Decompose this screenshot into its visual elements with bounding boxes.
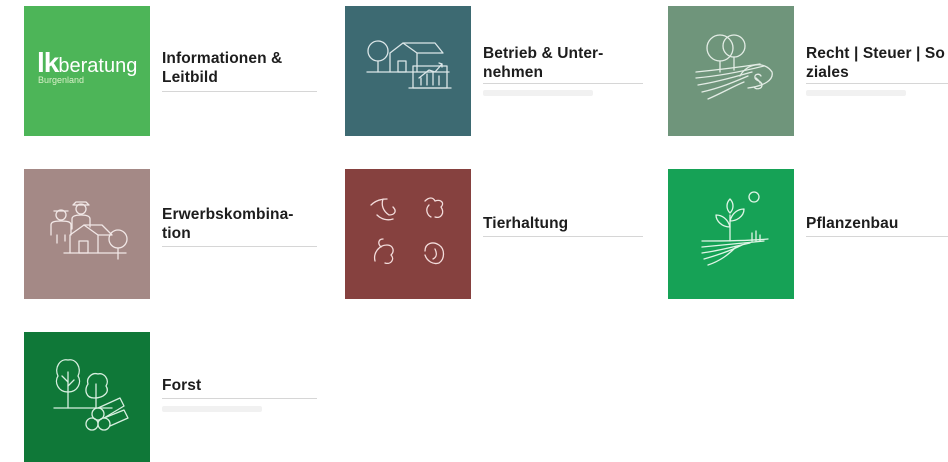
- plant-field-icon: [668, 169, 794, 299]
- farm-business-icon: [345, 6, 471, 136]
- tile-informationen-leitbild[interactable]: lkberatung Burgenland Informationen & Le…: [24, 6, 324, 136]
- tile-divider: [162, 398, 317, 399]
- tile-title: Forst: [162, 377, 202, 394]
- logo-lk-text: lk: [37, 47, 59, 78]
- farmers-icon: [24, 169, 150, 299]
- law-tax-icon: [668, 6, 794, 136]
- tile-subtitle-placeholder: [162, 406, 262, 412]
- tile-betrieb-unternehmen[interactable]: Betrieb & Unter- nehmen: [345, 6, 645, 136]
- livestock-icon: [345, 169, 471, 299]
- tile-title: Tierhaltung: [483, 215, 569, 232]
- tile-divider: [483, 83, 643, 84]
- tile-divider: [162, 246, 317, 247]
- tile-erwerbskombination[interactable]: Erwerbskombina- tion: [24, 169, 324, 299]
- tile-pflanzenbau[interactable]: Pflanzenbau: [668, 169, 948, 299]
- tile-tierhaltung[interactable]: Tierhaltung: [345, 169, 645, 299]
- tile-forst[interactable]: Forst: [24, 332, 324, 462]
- tile-title: Erwerbskombina- tion: [162, 206, 294, 242]
- logo-word-text: beratung: [58, 55, 138, 77]
- tile-title: Recht | Steuer | So ziales: [806, 45, 945, 81]
- tile-title: Informationen & Leitbild: [162, 50, 283, 86]
- tile-subtitle-placeholder: [806, 90, 906, 96]
- lk-beratung-logo: lkberatung Burgenland: [24, 6, 150, 136]
- tile-divider: [162, 91, 317, 92]
- tile-divider: [806, 236, 948, 237]
- tile-subtitle-placeholder: [483, 90, 593, 96]
- tile-title: Betrieb & Unter- nehmen: [483, 45, 604, 81]
- tile-title: Pflanzenbau: [806, 215, 899, 232]
- tile-divider: [806, 83, 948, 84]
- forest-icon: [24, 332, 150, 462]
- tile-recht-steuer-soziales[interactable]: Recht | Steuer | So ziales: [668, 6, 948, 136]
- tile-divider: [483, 236, 643, 237]
